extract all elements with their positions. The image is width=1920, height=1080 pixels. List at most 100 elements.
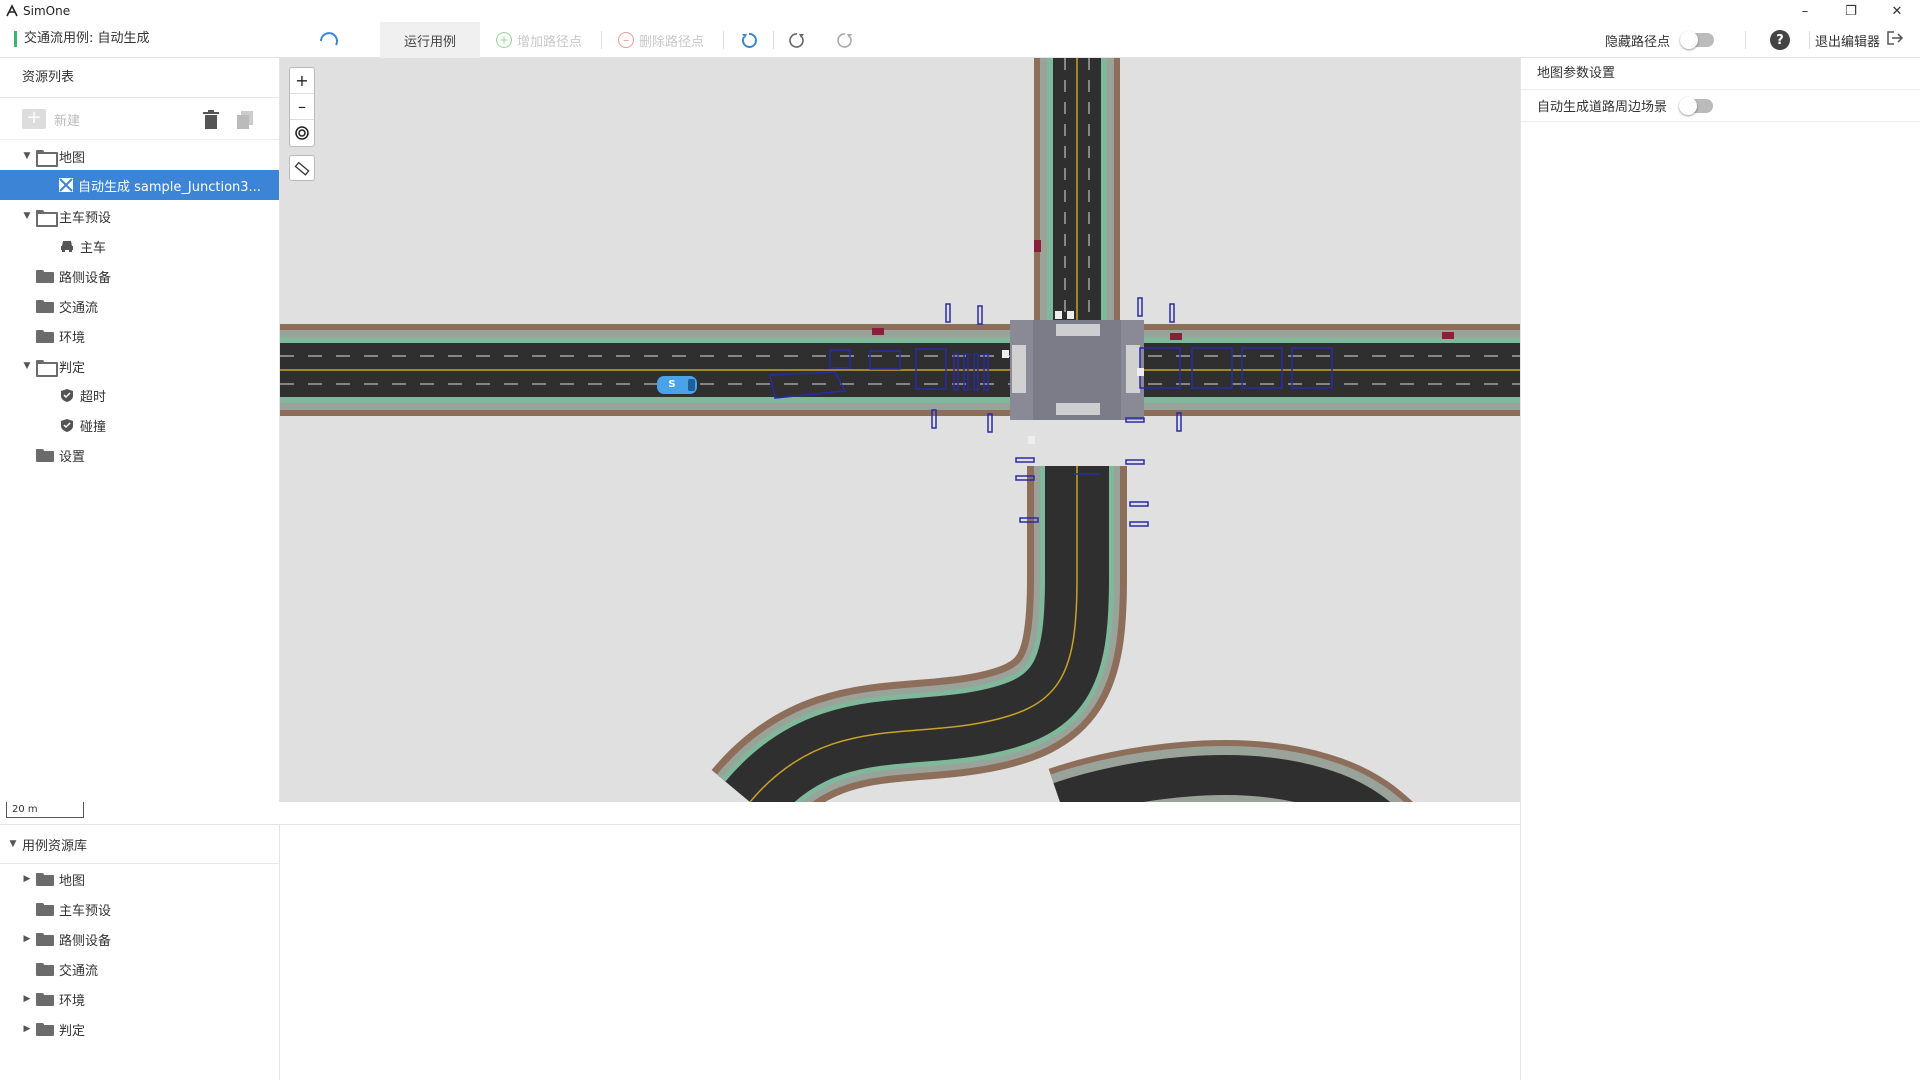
minimize-icon[interactable]: –: [1782, 0, 1828, 22]
trash-icon[interactable]: [202, 110, 220, 134]
tree-folder-settings[interactable]: 设置: [0, 440, 279, 470]
hide-waypoint-group: 隐藏路径点: [1605, 22, 1714, 58]
chevron-down-icon: ▼: [9, 839, 17, 849]
simone-editor-window: SimOne – ❐ ✕ 交通流用例: 自动生成 运行用例 + 增加路径点 – …: [0, 0, 1920, 1080]
scale-bar-strip: 20 m: [0, 802, 1240, 824]
map-settings-panel: 地图参数设置 自动生成道路周边场景: [1520, 58, 1920, 1080]
car-icon: [60, 239, 74, 253]
library-header[interactable]: ▼ 用例资源库: [0, 824, 279, 864]
tree-label: 判定: [59, 1023, 86, 1039]
window-controls: – ❐ ✕: [1782, 0, 1920, 22]
toolbar-divider: [601, 31, 602, 49]
app-name: SimOne: [23, 4, 71, 18]
tree-label: 环境: [59, 993, 86, 1009]
resource-sidebar: 资源列表 + 新建 ▼ 地图 自动生成 sample_Junction3...: [0, 58, 280, 1080]
new-resource-label: 新建: [54, 113, 81, 129]
exit-icon: [1886, 30, 1904, 50]
toolbar-divider: [1809, 31, 1810, 49]
remove-circle-icon: –: [618, 32, 634, 48]
toolbar-divider: [1745, 31, 1746, 49]
folder-icon: [36, 299, 54, 313]
library-item-ego-preset[interactable]: 主车预设: [0, 894, 279, 924]
new-resource-button[interactable]: + 新建: [22, 109, 80, 129]
copy-icon[interactable]: [236, 110, 254, 134]
add-waypoint-button[interactable]: + 增加路径点: [496, 22, 582, 58]
tree-item-ego[interactable]: 主车: [0, 231, 279, 261]
tree-label: 交通流: [59, 963, 99, 979]
top-toolbar: 交通流用例: 自动生成 运行用例 + 增加路径点 – 删除路径点 隐藏路径点 ?…: [0, 22, 1920, 58]
chevron-down-icon: ▼: [23, 211, 31, 221]
close-icon[interactable]: ✕: [1874, 0, 1920, 22]
road-network-map[interactable]: [280, 58, 1520, 802]
tree-folder-ego-preset[interactable]: ▼ 主车预设: [0, 201, 279, 231]
folder-open-icon: [36, 359, 58, 377]
toolbar-divider: [773, 31, 774, 49]
tree-label: 自动生成 sample_Junction3...: [78, 179, 261, 195]
chevron-right-icon: ▶: [23, 994, 31, 1004]
library-item-map[interactable]: ▶ 地图: [0, 864, 279, 894]
auto-roadside-toggle[interactable]: [1679, 96, 1714, 115]
hide-waypoint-toggle[interactable]: [1680, 31, 1714, 49]
tree-label: 路侧设备: [59, 933, 112, 949]
folder-icon: [36, 1022, 54, 1036]
shield-icon: [60, 388, 74, 403]
folder-icon: [36, 269, 54, 283]
auto-roadside-row: 自动生成道路周边场景: [1521, 90, 1920, 122]
tree-label: 地图: [59, 150, 86, 166]
tree-folder-environment[interactable]: 环境: [0, 321, 279, 351]
run-case-label: 运行用例: [403, 34, 456, 50]
add-circle-icon: +: [496, 32, 512, 48]
library-item-environment[interactable]: ▶ 环境: [0, 984, 279, 1014]
delete-waypoint-button[interactable]: – 删除路径点: [618, 22, 704, 58]
shield-icon: [60, 418, 74, 433]
tree-folder-traffic[interactable]: 交通流: [0, 291, 279, 321]
tree-folder-map[interactable]: ▼ 地图: [0, 141, 279, 171]
tree-item-collision[interactable]: 碰撞: [0, 410, 279, 440]
library-item-judge[interactable]: ▶ 判定: [0, 1014, 279, 1044]
add-waypoint-label: 增加路径点: [517, 34, 583, 50]
tree-label: 主车预设: [59, 210, 112, 226]
tree-label: 交通流: [59, 300, 99, 316]
folder-open-icon: [36, 149, 58, 167]
map-settings-title: 地图参数设置: [1521, 58, 1920, 90]
tree-label: 主车预设: [59, 903, 112, 919]
map-icon: [58, 177, 74, 193]
folder-icon: [36, 932, 54, 946]
folder-icon: [36, 992, 54, 1006]
tree-item-map-selected[interactable]: 自动生成 sample_Junction3...: [0, 170, 279, 200]
tree-item-timeout[interactable]: 超时: [0, 380, 279, 410]
tree-label: 地图: [59, 873, 86, 889]
ruler-icon[interactable]: [289, 155, 315, 181]
zoom-in-icon[interactable]: +: [290, 68, 314, 94]
folder-open-icon: [36, 209, 58, 227]
redo-icon[interactable]: [787, 30, 807, 50]
restore-icon[interactable]: ❐: [1828, 0, 1874, 22]
help-icon[interactable]: ?: [1770, 30, 1790, 50]
chevron-right-icon: ▶: [23, 1024, 31, 1034]
folder-icon: [36, 872, 54, 886]
chevron-right-icon: ▶: [23, 874, 31, 884]
scale-bar: 20 m: [6, 802, 84, 818]
reset-icon[interactable]: [835, 30, 855, 50]
zoom-out-icon[interactable]: –: [290, 94, 314, 120]
resource-list-title: 资源列表: [0, 58, 279, 98]
new-icon: +: [22, 109, 46, 129]
folder-icon: [36, 962, 54, 976]
tree-label: 主车: [80, 240, 107, 256]
exit-editor-button[interactable]: 退出编辑器: [1815, 22, 1904, 58]
exit-editor-label: 退出编辑器: [1814, 34, 1880, 50]
folder-icon: [36, 902, 54, 916]
tree-label: 判定: [59, 360, 86, 376]
tree-label: 超时: [80, 389, 107, 405]
tree-folder-roadside[interactable]: 路侧设备: [0, 261, 279, 291]
loading-spinner-icon: [318, 30, 338, 50]
undo-icon[interactable]: [739, 30, 759, 50]
library-item-traffic[interactable]: 交通流: [0, 954, 279, 984]
run-case-button[interactable]: 运行用例: [380, 22, 480, 58]
tree-folder-judge[interactable]: ▼ 判定: [0, 351, 279, 381]
chevron-right-icon: ▶: [23, 934, 31, 944]
tree-label: 环境: [59, 330, 86, 346]
library-item-roadside[interactable]: ▶ 路侧设备: [0, 924, 279, 954]
locate-icon[interactable]: [290, 120, 314, 146]
map-canvas[interactable]: S + –: [280, 58, 1520, 802]
